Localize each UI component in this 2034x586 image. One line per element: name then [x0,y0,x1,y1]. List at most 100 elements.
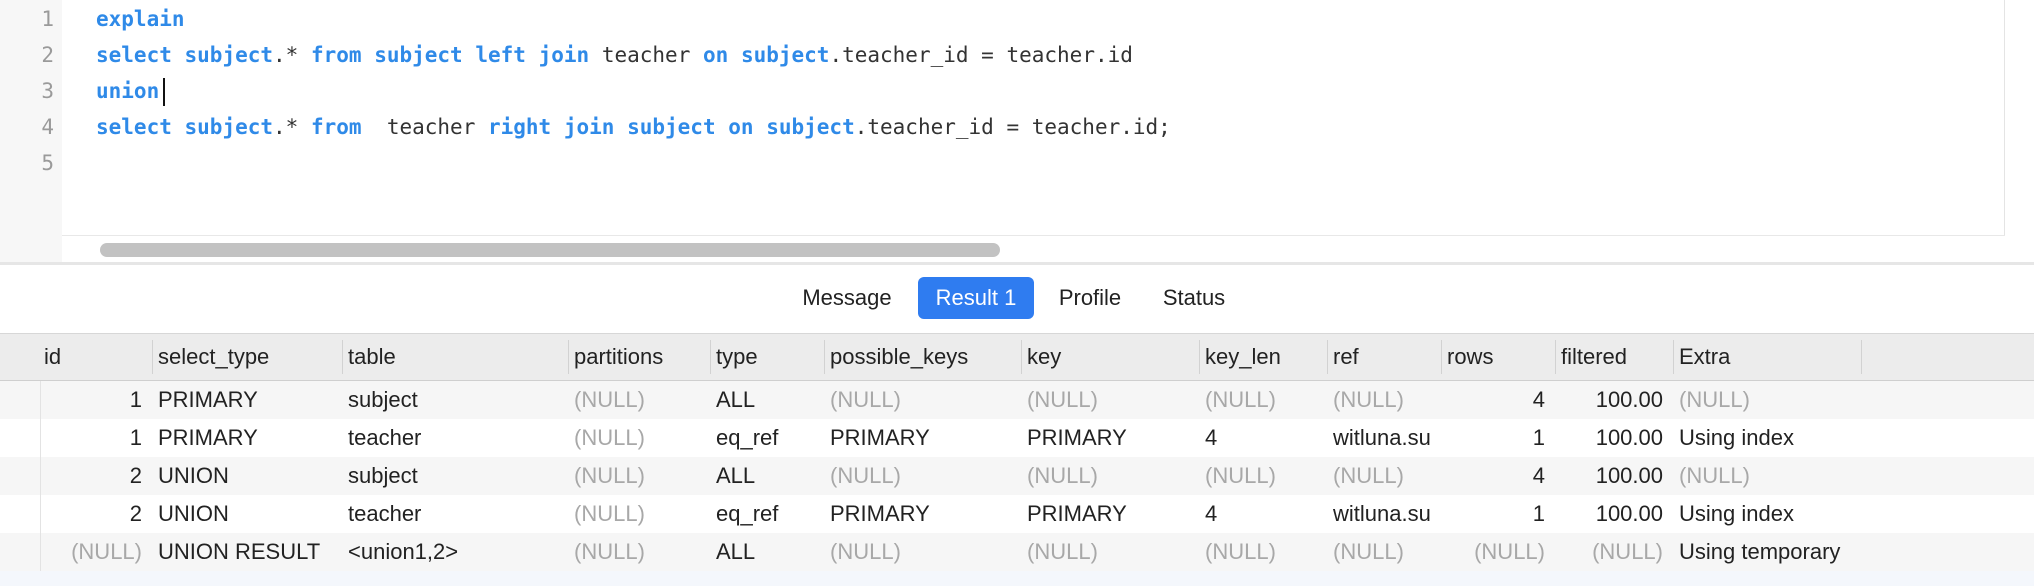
cell-key[interactable]: PRIMARY [1021,495,1199,533]
sql-keyword: on [728,115,754,139]
table-row[interactable]: 2 UNION subject (NULL) ALL (NULL) (NULL) (NULL)… [0,457,2034,495]
cell-type[interactable]: ALL [710,457,824,495]
cell-partitions[interactable]: (NULL) [568,419,710,457]
column-header-type[interactable]: type [710,334,824,380]
code-line[interactable]: union [96,73,166,109]
tab-message[interactable]: Message [790,277,904,319]
cell-filtered[interactable]: 100.00 [1555,381,1673,419]
cell-select-type[interactable]: UNION RESULT [152,533,342,571]
cell-filtered[interactable]: (NULL) [1555,533,1673,571]
cell-extra[interactable]: Using temporary [1673,533,1861,571]
cell-type[interactable]: eq_ref [710,419,824,457]
cell-select-type[interactable]: PRIMARY [152,381,342,419]
grid-header: id select_type table partitions type pos… [0,333,2034,381]
cell-key[interactable]: (NULL) [1021,381,1199,419]
cell-rows[interactable]: (NULL) [1441,533,1555,571]
cell-partitions[interactable]: (NULL) [568,381,710,419]
cell-possible-keys[interactable]: (NULL) [824,381,1021,419]
code-line[interactable]: explain [96,1,185,37]
horizontal-scrollbar[interactable] [96,238,2004,260]
column-header-filtered[interactable]: filtered [1555,334,1673,380]
cell-ref[interactable]: (NULL) [1327,457,1441,495]
sql-keyword: subject [184,115,274,139]
column-header-possible-keys[interactable]: possible_keys [824,334,1021,380]
cell-table[interactable]: teacher [342,495,568,533]
cell-rows[interactable]: 4 [1441,381,1555,419]
cell-rows[interactable]: 1 [1441,419,1555,457]
cell-extra[interactable]: Using index [1673,495,1861,533]
cell-rows[interactable]: 4 [1441,457,1555,495]
column-header-ref[interactable]: ref [1327,334,1441,380]
column-header-select-type[interactable]: select_type [152,334,342,380]
cell-id[interactable]: 1 [38,381,152,419]
cell-table[interactable]: teacher [342,419,568,457]
code-line[interactable]: select subject.* from subject left join … [96,37,1133,73]
cell-key-len[interactable]: 4 [1199,495,1327,533]
cell-ref[interactable]: witluna.su [1327,495,1441,533]
sql-editor[interactable]: 1 2 3 4 5 explain select subject.* from … [0,0,2034,262]
table-row[interactable]: 1 PRIMARY subject (NULL) ALL (NULL) (NULL) (NUL… [0,381,2034,419]
cell-key[interactable]: (NULL) [1021,457,1199,495]
line-number: 5 [41,151,54,175]
cell-key[interactable]: PRIMARY [1021,419,1199,457]
sql-keyword: subject [740,43,830,67]
tab-status[interactable]: Status [1150,277,1238,319]
cell-partitions[interactable]: (NULL) [568,457,710,495]
column-header-extra[interactable]: Extra [1673,334,1861,380]
tab-profile[interactable]: Profile [1045,277,1135,319]
cell-filtered[interactable]: 100.00 [1555,457,1673,495]
cell-select-type[interactable]: PRIMARY [152,419,342,457]
cell-partitions[interactable]: (NULL) [568,533,710,571]
cell-partitions[interactable]: (NULL) [568,495,710,533]
column-header-rows[interactable]: rows [1441,334,1555,380]
cell-type[interactable]: eq_ref [710,495,824,533]
cell-key-len[interactable]: (NULL) [1199,533,1327,571]
cell-type[interactable]: ALL [710,533,824,571]
cell-extra[interactable]: Using index [1673,419,1861,457]
line-number-gutter: 1 2 3 4 5 [0,0,62,262]
cell-id[interactable]: (NULL) [38,533,152,571]
column-header-key[interactable]: key [1021,334,1199,380]
cell-key[interactable]: (NULL) [1021,533,1199,571]
table-row[interactable]: (NULL) UNION RESULT <union1,2> (NULL) ALL (NU… [0,533,2034,571]
cell-possible-keys[interactable]: (NULL) [824,457,1021,495]
column-separator[interactable] [1861,340,1862,374]
cell-id[interactable]: 2 [38,495,152,533]
sql-keyword: explain [96,7,185,31]
cell-table[interactable]: <union1,2> [342,533,568,571]
cell-id[interactable]: 2 [38,457,152,495]
cell-key-len[interactable]: (NULL) [1199,381,1327,419]
column-header-id[interactable]: id [38,334,152,380]
tab-result-1[interactable]: Result 1 [918,277,1034,319]
column-header-partitions[interactable]: partitions [568,334,710,380]
cell-table[interactable]: subject [342,457,568,495]
cell-possible-keys[interactable]: PRIMARY [824,419,1021,457]
column-header-table[interactable]: table [342,334,568,380]
cell-select-type[interactable]: UNION [152,457,342,495]
cell-filtered[interactable]: 100.00 [1555,419,1673,457]
cell-ref[interactable]: witluna.su [1327,419,1441,457]
cell-filtered[interactable]: 100.00 [1555,495,1673,533]
cell-extra[interactable]: (NULL) [1673,457,1861,495]
cell-type[interactable]: ALL [710,381,824,419]
cell-key-len[interactable]: 4 [1199,419,1327,457]
cell-id[interactable]: 1 [38,419,152,457]
column-header-key-len[interactable]: key_len [1199,334,1327,380]
cell-possible-keys[interactable]: (NULL) [824,533,1021,571]
cell-ref[interactable]: (NULL) [1327,533,1441,571]
table-row[interactable]: 1 PRIMARY teacher (NULL) eq_ref PRIMARY PRIMAR… [0,419,2034,457]
cell-ref[interactable]: (NULL) [1327,381,1441,419]
cell-extra[interactable]: (NULL) [1673,381,1861,419]
code-line[interactable]: select subject.* from teacher right join… [96,109,1171,145]
cell-rows[interactable]: 1 [1441,495,1555,533]
cell-possible-keys[interactable]: PRIMARY [824,495,1021,533]
cell-select-type[interactable]: UNION [152,495,342,533]
row-gutter-divider [40,381,41,586]
cell-table[interactable]: subject [342,381,568,419]
scrollbar-thumb[interactable] [100,243,1000,257]
table-row[interactable]: 2 UNION teacher (NULL) eq_ref PRIMARY PRIMARY 4… [0,495,2034,533]
cell-key-len[interactable]: (NULL) [1199,457,1327,495]
